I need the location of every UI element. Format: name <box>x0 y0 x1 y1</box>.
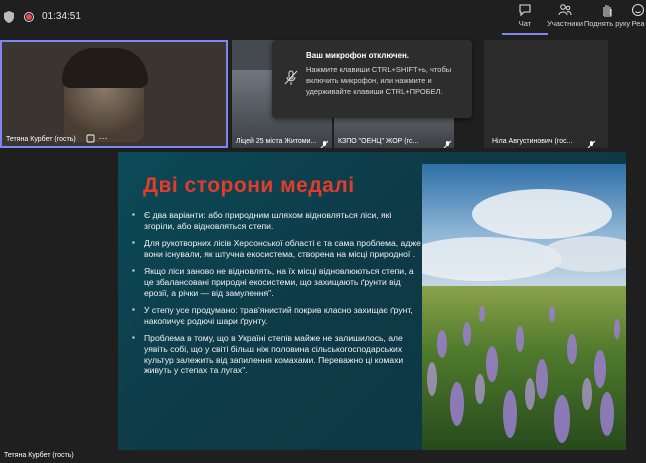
reactions-label: Реа <box>631 19 645 28</box>
meeting-timer: 01:34:51 <box>42 11 81 22</box>
slide-bullet: Якщо ліси заново не відновлять, на їх мі… <box>132 266 422 298</box>
mic-off-icon <box>587 136 596 148</box>
reactions-button[interactable]: Реа <box>630 3 646 35</box>
raise-hand-label: Поднять руку <box>583 19 631 28</box>
people-icon <box>558 4 572 16</box>
chat-icon <box>519 4 531 17</box>
slide-bullet: У степу усе продумано: трав'янистий покр… <box>132 305 422 326</box>
recording-icon <box>24 12 34 22</box>
participant-name: Ніла Августинович (гос... <box>492 138 573 145</box>
mic-muted-notification: Ваш микрофон отключен. Нажмите клавиши C… <box>272 40 472 118</box>
more-options-icon[interactable]: ⋯ <box>98 133 108 143</box>
video-tile-4[interactable]: Ніла Августинович (гос... <box>484 40 608 148</box>
raise-hand-icon <box>603 5 612 17</box>
participant-name: Тетяна Курбет (гость) <box>6 136 76 143</box>
participant-name: Ліцей 25 міста Житоми... <box>236 138 317 145</box>
shield-icon <box>4 11 14 23</box>
participant-hair <box>62 48 148 88</box>
participant-name: КЗПО "ОЕНЦ" ЖОР (гс... <box>338 138 419 145</box>
shared-presentation-slide: Дві сторони медалі Є два варіанти: або п… <box>118 152 626 450</box>
slide-bullet: Є два варіанти: або природним шляхом від… <box>132 210 422 231</box>
steppe-landscape-image <box>422 164 626 450</box>
content-share-icon <box>86 134 95 143</box>
notification-title: Ваш микрофон отключен. <box>306 51 410 60</box>
slide-bullet-list: Є два варіанти: або природним шляхом від… <box>132 210 422 383</box>
video-tile-1[interactable]: Тетяна Курбет (гость) ⋯ <box>0 40 228 148</box>
presenter-name: Тетяна Курбет (гость) <box>4 452 74 459</box>
slide-bullet: Проблема в тому, що в Україні степів май… <box>132 333 422 375</box>
reactions-icon <box>632 4 644 16</box>
participants-label: Участники <box>547 19 583 28</box>
chat-label: Чат <box>518 19 532 28</box>
meeting-toolbar: 01:34:51 Чат Участники Поднять руку Реа <box>0 0 646 36</box>
mic-off-icon <box>320 136 329 148</box>
mic-off-icon <box>443 136 452 148</box>
notification-body: Нажмите клавиши CTRL+SHIFT+ь, чтобы вклю… <box>306 65 452 96</box>
slide-bullet: Для рукотворних лісів Херсонської област… <box>132 238 422 259</box>
slide-title: Дві сторони медалі <box>143 174 355 197</box>
raise-hand-button[interactable]: Поднять руку <box>582 3 632 35</box>
mic-off-icon <box>284 70 298 86</box>
